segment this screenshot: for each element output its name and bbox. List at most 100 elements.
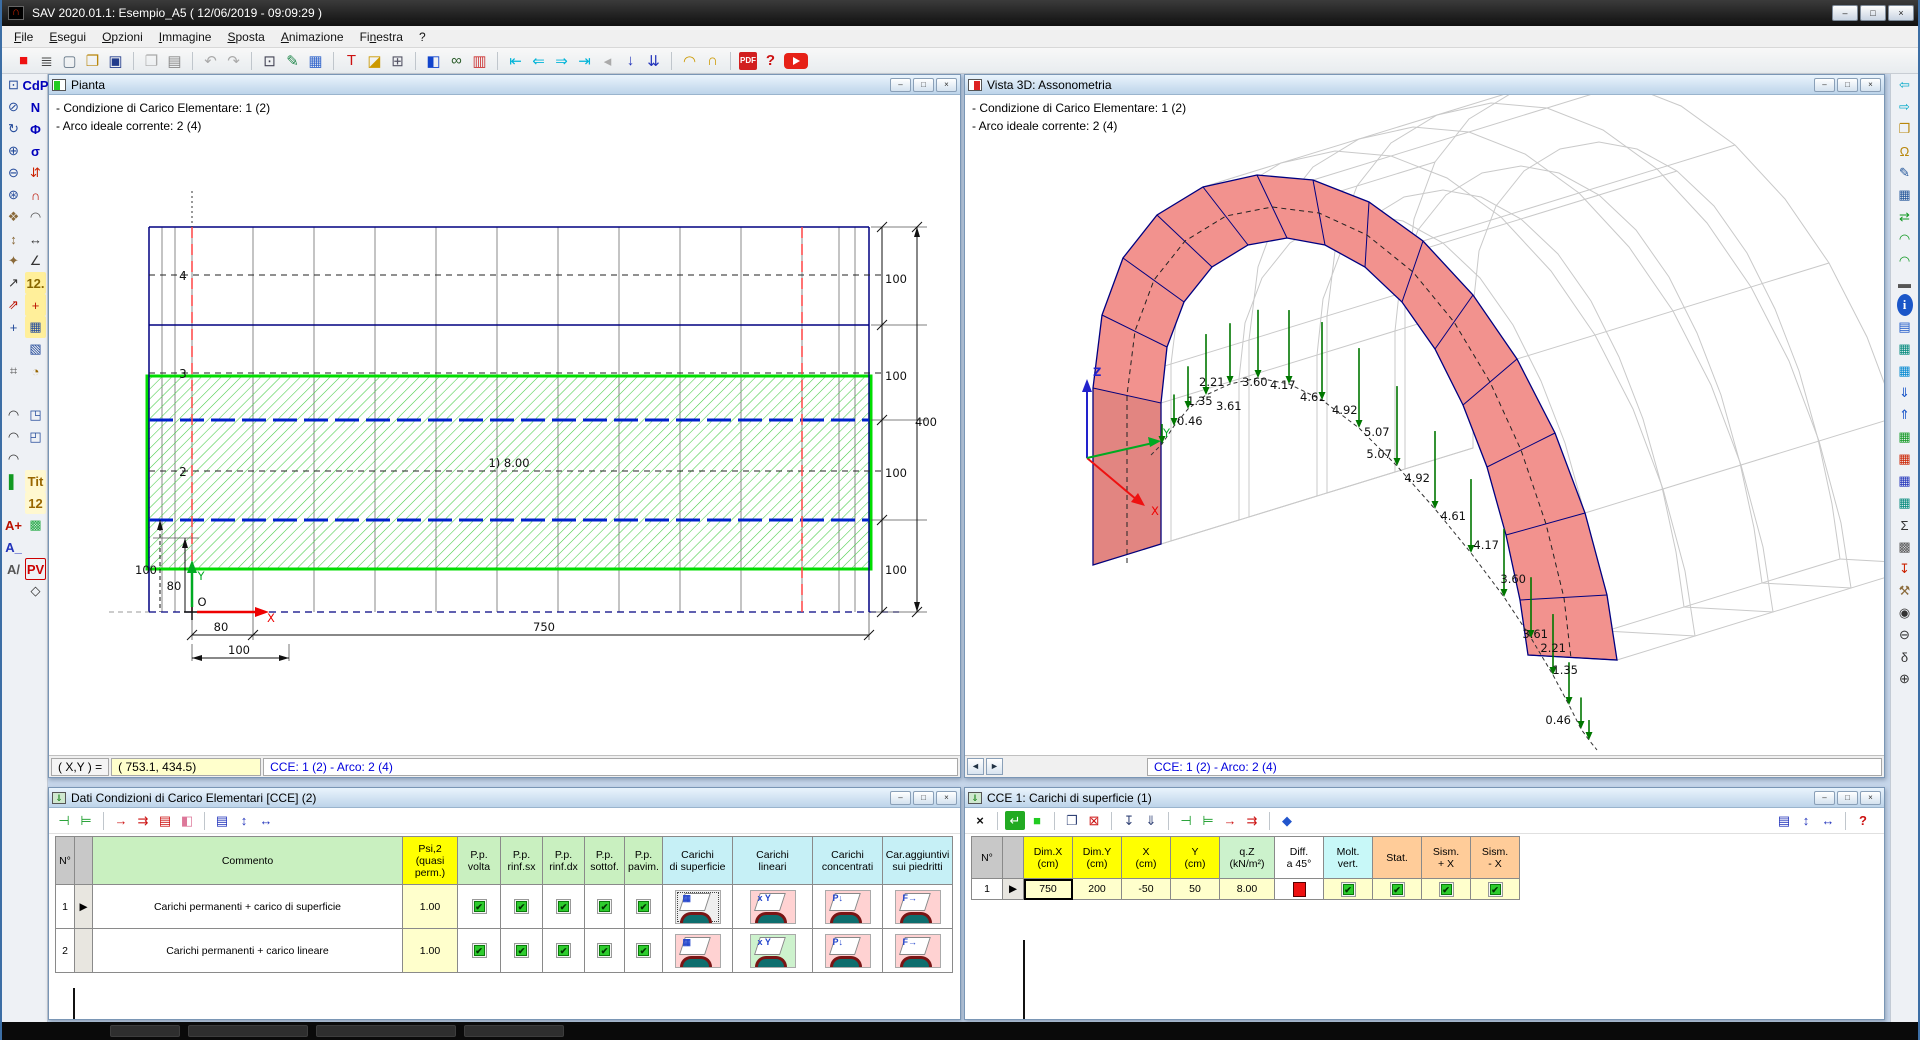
- print-icon[interactable]: ▤: [164, 51, 185, 71]
- psi2-cell[interactable]: 1.00: [403, 929, 458, 973]
- help-icon[interactable]: ?: [1853, 811, 1873, 830]
- cdp-icon[interactable]: CdP: [25, 74, 46, 96]
- minimize-button[interactable]: –: [890, 791, 911, 805]
- arch-view-2-icon[interactable]: ◠: [3, 426, 24, 448]
- minimize-button[interactable]: –: [1814, 78, 1835, 92]
- checkbox-cell[interactable]: ✔: [501, 885, 543, 929]
- pv-icon[interactable]: PV: [25, 558, 46, 580]
- redo-icon[interactable]: ↷: [223, 51, 244, 71]
- pier-tool-icon[interactable]: ▌: [3, 470, 24, 492]
- value-cell[interactable]: 8.00: [1220, 879, 1275, 900]
- measure-add-icon[interactable]: ⇗: [3, 294, 24, 316]
- arch-view-3-icon[interactable]: ◠: [3, 448, 24, 470]
- checkbox[interactable]: ✔: [636, 943, 651, 958]
- minimize-button[interactable]: –: [890, 78, 911, 92]
- checkbox[interactable]: ✔: [1390, 882, 1405, 897]
- arch-profile-icon[interactable]: ◠: [679, 51, 700, 71]
- note-add-icon[interactable]: +: [25, 294, 46, 316]
- menu-[interactable]: ?: [411, 28, 434, 46]
- diff45-off-box[interactable]: [1293, 882, 1306, 897]
- report-table-icon[interactable]: ▩: [1894, 536, 1915, 558]
- verify-icon[interactable]: ⚒: [1894, 580, 1915, 602]
- fit-cols-icon[interactable]: ↔: [1818, 811, 1838, 830]
- arch-profile-2-icon[interactable]: ∩: [702, 51, 723, 71]
- sum-icon[interactable]: Σ: [1894, 514, 1915, 536]
- pdf-icon[interactable]: PDF: [739, 52, 757, 70]
- prev-small-icon[interactable]: ◂: [597, 51, 618, 71]
- page-left-icon[interactable]: ⇦: [1894, 74, 1915, 96]
- delete-rows-icon[interactable]: ▤: [155, 811, 175, 830]
- load-lineari-icon[interactable]: x Y: [750, 890, 796, 924]
- arch-prev-icon[interactable]: ◠: [1894, 228, 1915, 250]
- checkbox-cell[interactable]: ✔: [458, 885, 501, 929]
- maximize-button[interactable]: □: [1837, 791, 1858, 805]
- checkbox[interactable]: ✔: [597, 943, 612, 958]
- checkbox[interactable]: ✔: [514, 899, 529, 914]
- checkbox-cell[interactable]: ✔: [625, 929, 663, 973]
- load-type-superficie-cell[interactable]: ▦: [663, 885, 733, 929]
- edit-cdp-icon[interactable]: ✎: [282, 51, 303, 71]
- sketch-icon[interactable]: ∠: [25, 250, 46, 272]
- load-type-piedritti-cell[interactable]: F→: [883, 885, 953, 929]
- checkbox-cell[interactable]: ✔: [1422, 879, 1471, 900]
- win-expand-icon[interactable]: ◳: [25, 404, 46, 426]
- move-origin-icon[interactable]: +: [3, 316, 24, 338]
- load-view-icon[interactable]: ↓: [620, 51, 641, 71]
- close-button[interactable]: ×: [1860, 791, 1881, 805]
- checkbox[interactable]: ✔: [472, 943, 487, 958]
- checkbox-cell[interactable]: ✔: [543, 929, 585, 973]
- row-marker[interactable]: [75, 929, 93, 973]
- menu-file[interactable]: File: [6, 28, 41, 46]
- checkbox-cell[interactable]: ✔: [501, 929, 543, 973]
- menu-immagine[interactable]: Immagine: [151, 28, 220, 46]
- section-icon[interactable]: ⊖: [1894, 624, 1915, 646]
- split-window-icon[interactable]: ▤: [1774, 811, 1794, 830]
- checkbox-cell[interactable]: ✔: [543, 885, 585, 929]
- color-map-icon[interactable]: ▩: [25, 514, 46, 536]
- text-underline-icon[interactable]: A_: [3, 536, 24, 558]
- minimize-button[interactable]: –: [1832, 5, 1858, 21]
- loads-all-icon[interactable]: ⇊: [643, 51, 664, 71]
- checkbox[interactable]: ✔: [1341, 882, 1356, 897]
- open-icon[interactable]: ❐: [82, 51, 103, 71]
- close-button[interactable]: ×: [1860, 78, 1881, 92]
- checkbox[interactable]: ✔: [597, 899, 612, 914]
- vista3d-titlebar[interactable]: Vista 3D: Assonometria –□×: [965, 75, 1884, 95]
- maximize-button[interactable]: □: [913, 791, 934, 805]
- combo-green-icon[interactable]: ▦: [1894, 426, 1915, 448]
- span-dim-icon[interactable]: ↔: [25, 228, 46, 250]
- dati-cce-titlebar[interactable]: ⇓ Dati Condizioni di Carico Elementari […: [49, 788, 960, 808]
- fit-rows-icon[interactable]: ↕: [1796, 811, 1816, 830]
- win-shrink-icon[interactable]: ◰: [25, 426, 46, 448]
- move-rows-icon[interactable]: ⇉: [133, 811, 153, 830]
- pianta-titlebar[interactable]: Pianta –□×: [49, 75, 960, 95]
- value-cell[interactable]: 50: [1171, 879, 1220, 900]
- cce1-titlebar[interactable]: ⇓ CCE 1: Carichi di superficie (1) –□×: [965, 788, 1884, 808]
- calculator-icon[interactable]: ⊞: [387, 51, 408, 71]
- append-many-icon[interactable]: ⊨: [76, 811, 96, 830]
- new-icon[interactable]: ▢: [59, 51, 80, 71]
- load-piedritti-icon[interactable]: F→: [895, 890, 941, 924]
- menu-opzioni[interactable]: Opzioni: [94, 28, 151, 46]
- results-bars-icon[interactable]: ▤: [1894, 316, 1915, 338]
- zoom-in-icon[interactable]: ⊕: [3, 140, 24, 162]
- eye-icon[interactable]: ◉: [1894, 602, 1915, 624]
- arch-view-1-icon[interactable]: ◠: [3, 404, 24, 426]
- load-type-piedritti-cell[interactable]: F→: [883, 929, 953, 973]
- combo-blue-icon[interactable]: ▦: [1894, 470, 1915, 492]
- append-row-icon[interactable]: ⊣: [54, 811, 74, 830]
- rotate-view-icon[interactable]: ↻: [3, 118, 24, 140]
- value-cell[interactable]: 200: [1073, 879, 1122, 900]
- checkbox-cell[interactable]: ✔: [1373, 879, 1422, 900]
- note-12-icon[interactable]: 12.: [25, 272, 46, 294]
- theta-icon[interactable]: ⊕: [1894, 668, 1915, 690]
- phi-icon[interactable]: Φ: [25, 118, 46, 140]
- diff45-cell[interactable]: [1275, 879, 1324, 900]
- close-icon[interactable]: ×: [970, 811, 990, 830]
- checkbox-cell[interactable]: ✔: [585, 885, 625, 929]
- undo-icon[interactable]: ↶: [200, 51, 221, 71]
- edit-geometry-icon[interactable]: ✎: [1894, 162, 1915, 184]
- commento-cell[interactable]: Carichi permanenti + carico lineare: [93, 929, 403, 973]
- combo-teal-icon[interactable]: ▦: [1894, 492, 1915, 514]
- taskbar[interactable]: [2, 1022, 1918, 1040]
